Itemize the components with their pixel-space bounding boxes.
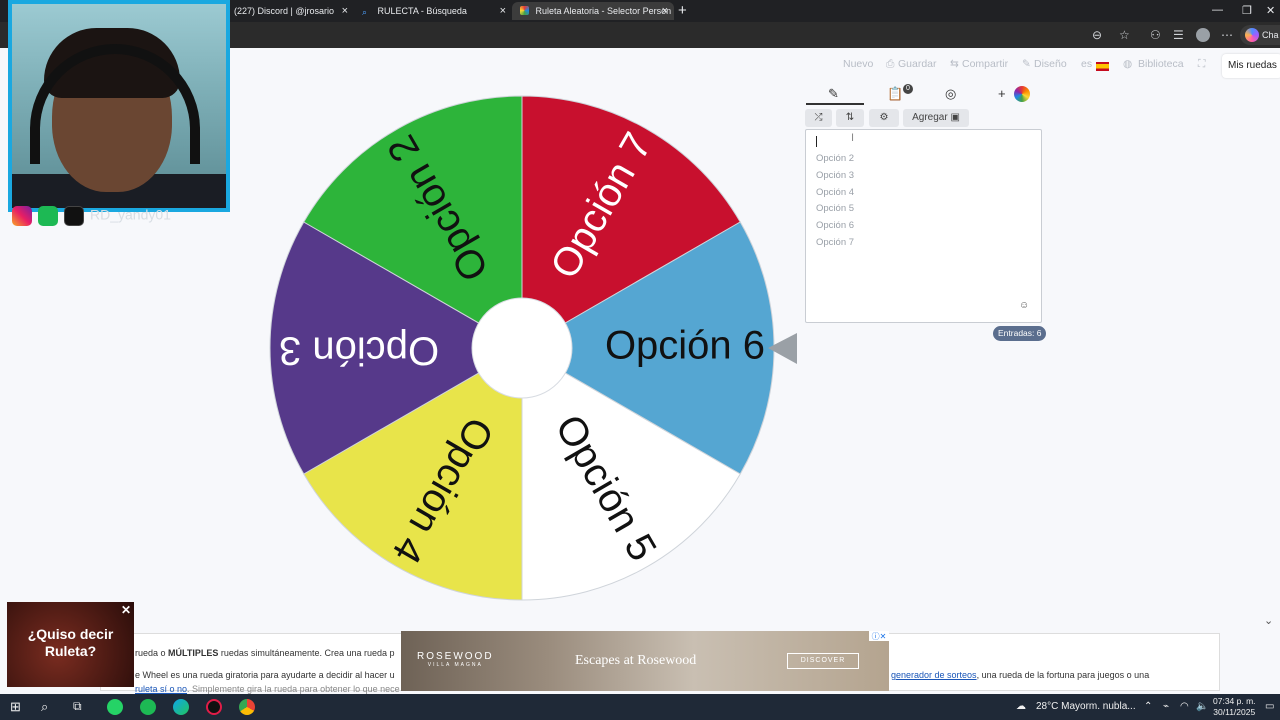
ibeam-cursor-icon: I	[851, 132, 855, 144]
entry-line[interactable]: Opción 7	[816, 237, 854, 248]
social-handles: RD_yandy01	[12, 206, 171, 226]
whatsapp-icon[interactable]	[107, 699, 123, 715]
ad-discover-button[interactable]: DISCOVER	[787, 653, 859, 669]
taskbar-clock[interactable]: 07:34 p. m. 30/11/2025	[1213, 696, 1256, 718]
content-line-2: e Wheel es una rueda giratoria para ayud…	[135, 670, 395, 680]
agregar-button[interactable]: Agregar ▣	[903, 109, 969, 127]
entry-line[interactable]: Opción 2	[816, 153, 854, 164]
settings-icon: ⚙	[879, 112, 889, 123]
entry-line[interactable]: Opción 6	[816, 220, 854, 231]
search-icon[interactable]: ⌕	[41, 699, 48, 715]
edit-pencil-icon[interactable]: ✎	[828, 86, 839, 102]
entry-line[interactable]: Opción 3	[816, 170, 854, 181]
sort-icon: ⇅	[845, 112, 855, 123]
image-icon: ▣	[950, 112, 960, 123]
weather-text[interactable]: 28°C Mayorm. nubla...	[1036, 701, 1136, 712]
windows-start-icon[interactable]: ⊞	[10, 699, 21, 715]
entry-line[interactable]: Opción 4	[816, 187, 854, 198]
instagram-icon	[12, 206, 32, 226]
chrome-icon[interactable]	[239, 699, 255, 715]
scroll-down-chevron-icon[interactable]: ⌄	[1264, 614, 1273, 627]
ad-quiso-decir-ruleta[interactable]: ✕ ¿Quiso decir Ruleta?	[7, 602, 134, 687]
content-line-1: rueda o MÚLTIPLES ruedas simultáneamente…	[135, 648, 395, 658]
screen: (227) Discord | @jrosario × ⌕ RULECTA - …	[0, 0, 1280, 720]
webcam-overlay	[8, 0, 230, 212]
shuffle-button[interactable]: ⤮	[805, 109, 832, 127]
generador-link[interactable]: generador de sorteos	[891, 670, 977, 680]
image-settings-button[interactable]: ⚙	[869, 109, 899, 127]
ad-text-line1: ¿Quiso decir	[27, 626, 114, 642]
ruleta-si-no-link[interactable]: ruleta sí o no	[135, 684, 187, 694]
add-wheel-plus-icon[interactable]: +	[998, 86, 1006, 101]
edge-icon[interactable]	[173, 699, 189, 715]
weather-cloud-icon[interactable]: ☁	[1016, 701, 1026, 712]
hide-eye-icon[interactable]: ◎	[945, 86, 956, 102]
network-off-icon[interactable]: ⌁	[1163, 701, 1169, 712]
content-line-3: ruleta sí o no. Simplemente gira la rued…	[135, 684, 400, 694]
ad-tagline: Escapes at Rosewood	[575, 653, 697, 668]
emoji-icon[interactable]: ☺	[1019, 300, 1029, 311]
ad-text-line2: Ruleta?	[44, 643, 97, 659]
rumble-icon	[38, 206, 58, 226]
wheel-center-hub[interactable]	[471, 297, 573, 399]
shuffle-icon: ⤮	[814, 112, 823, 123]
content-line-2b: generador de sorteos, una rueda de la fo…	[891, 670, 1150, 680]
wheel-segment-label: Opción 6	[605, 324, 765, 368]
tiktok-icon	[64, 206, 84, 226]
wheel-segment-label: Opción 3	[279, 328, 439, 372]
ad-banner-rosewood[interactable]: ROSEWOOD VILLA MAGNA Escapes at Rosewood…	[401, 631, 889, 691]
notes-clipboard-icon[interactable]: 📋	[887, 86, 903, 102]
windows-taskbar: ⊞ ⌕ ⧉ ☁ 28°C Mayorm. nubla... ⌃ ⌁ ◠ 🔈 07…	[0, 694, 1280, 720]
ad-brand: ROSEWOOD VILLA MAGNA	[417, 651, 494, 668]
entries-count-badge: Entradas: 6	[993, 326, 1047, 341]
volume-icon[interactable]: 🔈	[1196, 701, 1208, 712]
close-ad-icon[interactable]: ✕	[121, 602, 131, 619]
wifi-icon[interactable]: ◠	[1180, 701, 1189, 712]
notes-badge: 0	[903, 84, 913, 94]
obs-icon[interactable]	[206, 699, 222, 715]
task-view-icon[interactable]: ⧉	[73, 699, 82, 714]
entry-line[interactable]: Opción 5	[816, 203, 854, 214]
sort-button[interactable]: ⇅	[836, 109, 864, 127]
agregar-label: Agregar	[912, 112, 948, 123]
text-caret	[816, 136, 817, 147]
active-tab-underline	[806, 103, 864, 105]
notifications-icon[interactable]: ▭	[1265, 701, 1274, 712]
tray-chevron-icon[interactable]: ⌃	[1144, 701, 1152, 712]
social-handle: RD_yandy01	[90, 206, 171, 223]
color-wheel-icon[interactable]	[1014, 86, 1030, 102]
ad-info-icon[interactable]: ⓘ✕	[869, 631, 889, 641]
spotify-icon[interactable]	[140, 699, 156, 715]
